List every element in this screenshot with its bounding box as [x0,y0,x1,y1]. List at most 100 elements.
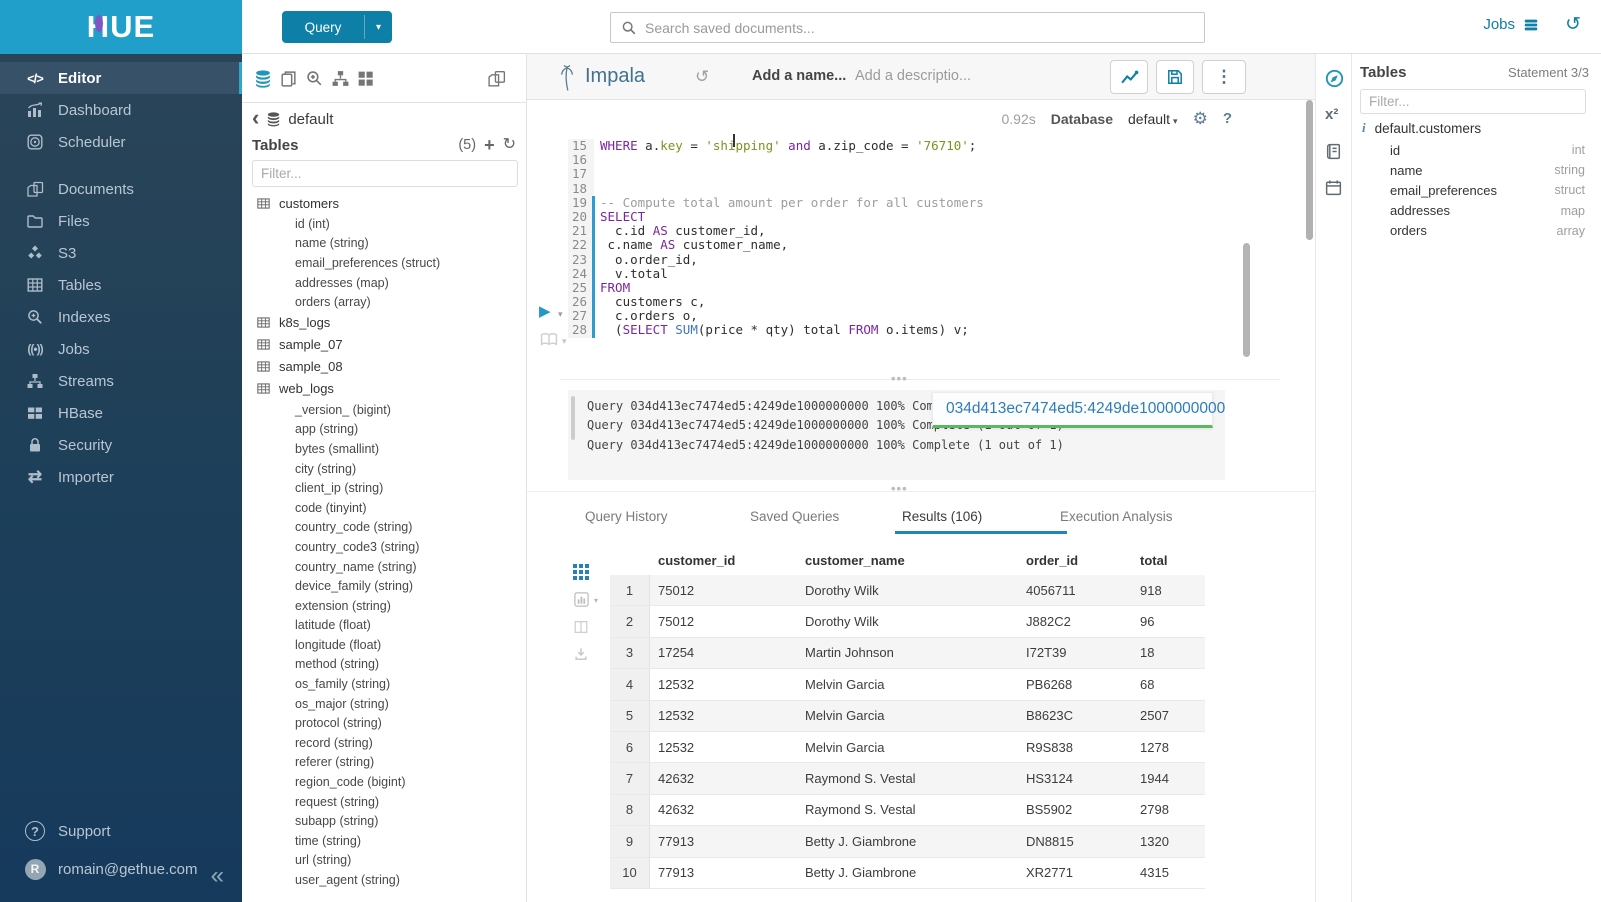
settings-gear-icon[interactable]: ⚙ [1193,110,1208,127]
column-item[interactable]: subapp (string) [242,811,526,831]
database-breadcrumb[interactable]: ‹ default [252,110,333,129]
column-item[interactable]: protocol (string) [242,713,526,733]
editor-scrollbar[interactable] [1243,243,1250,357]
column-item[interactable]: client_ip (string) [242,478,526,498]
table-item-web_logs[interactable]: web_logs [242,378,526,400]
sidebar-item-editor[interactable]: </>Editor [0,62,242,94]
right-column-email_preferences[interactable]: email_preferencesstruct [1352,180,1601,200]
code-line-15[interactable]: 15WHERE a.key = 'shipping' and a.zip_cod… [568,139,1232,153]
query-name-field[interactable]: Add a name... [752,68,846,84]
column-item[interactable]: os_major (string) [242,694,526,714]
presentation-mode-icon[interactable] [539,331,559,348]
table-item-k8s_logs[interactable]: k8s_logs [242,312,526,334]
resize-handle-top[interactable]: ••• [891,372,908,385]
presentation-options-caret[interactable]: ▾ [562,336,567,347]
column-item[interactable]: country_code3 (string) [242,537,526,557]
column-item[interactable]: email_preferences (struct) [242,253,526,273]
column-item[interactable]: orders (array) [242,292,526,312]
result-row-1[interactable]: 175012Dorothy Wilk4056711918 [610,575,1205,606]
code-line-23[interactable]: 23 o.order_id, [568,253,1232,267]
result-row-5[interactable]: 512532Melvin GarciaB8623C2507 [610,701,1205,732]
hue-logo[interactable]: HUE [0,0,242,54]
column-item[interactable]: country_name (string) [242,557,526,577]
code-line-16[interactable]: 16 [568,153,1232,167]
sidebar-item-scheduler[interactable]: Scheduler [0,126,242,158]
tab-results-106-[interactable]: Results (106) [902,509,982,524]
column-item[interactable]: id (int) [242,214,526,234]
sql-code-editor[interactable]: 15WHERE a.key = 'shipping' and a.zip_cod… [568,139,1232,338]
log-scrollbar[interactable] [571,396,575,440]
column-item[interactable]: user_agent (string) [242,870,526,890]
code-line-25[interactable]: 25FROM [568,281,1232,295]
tables-filter-input[interactable] [252,160,518,187]
tab-execution-analysis[interactable]: Execution Analysis [1060,509,1173,524]
code-line-22[interactable]: 22 c.name AS customer_name, [568,238,1232,252]
download-icon[interactable] [573,646,607,662]
sidebar-item-importer[interactable]: ⇄Importer [0,461,242,493]
column-item[interactable]: device_family (string) [242,576,526,596]
column-item[interactable]: _version_ (bigint) [242,400,526,420]
column-header-customer_name[interactable]: customer_name [797,553,1018,568]
result-row-9[interactable]: 977913Betty J. GiambroneDN88151320 [610,826,1205,857]
code-line-18[interactable]: 18 [568,182,1232,196]
column-header-customer_id[interactable]: customer_id [650,553,797,568]
database-select[interactable]: default▾ [1128,111,1178,127]
tab-saved-queries[interactable]: Saved Queries [750,509,839,524]
functions-icon[interactable]: x² [1325,106,1338,123]
result-row-4[interactable]: 412532Melvin GarciaPB626868 [610,669,1205,700]
sidebar-item-support[interactable]: ? Support [0,812,242,850]
column-item[interactable]: url (string) [242,851,526,871]
add-table-icon[interactable]: + [484,136,495,154]
column-item[interactable]: os_family (string) [242,674,526,694]
right-column-orders[interactable]: ordersarray [1352,221,1601,241]
grid-view-icon[interactable] [573,564,607,580]
main-scrollbar[interactable] [1306,100,1313,240]
sidebar-item-files[interactable]: Files [0,205,242,237]
resize-handle-bottom[interactable]: ••• [891,482,908,495]
sidebar-item-user[interactable]: R romain@gethue.com [0,850,242,888]
right-filter-input[interactable] [1360,89,1586,114]
zoom-search-icon[interactable] [305,69,324,88]
sidebar-item-hbase[interactable]: HBase [0,397,242,429]
execute-query-button[interactable]: ▶ [539,304,551,319]
code-line-28[interactable]: 28 (SELECT SUM(price * qty) total FROM o… [568,323,1232,337]
documents-copy-icon[interactable] [279,69,298,88]
column-item[interactable]: record (string) [242,733,526,753]
save-query-button[interactable] [1156,60,1194,94]
chevron-left-icon[interactable]: ‹ [252,107,259,129]
column-header-order_id[interactable]: order_id [1018,553,1132,568]
code-line-20[interactable]: 20SELECT [568,210,1232,224]
result-row-2[interactable]: 275012Dorothy WilkJ882C296 [610,606,1205,637]
column-item[interactable]: method (string) [242,655,526,675]
column-item[interactable]: name (string) [242,234,526,254]
query-dropdown-caret[interactable]: ▾ [365,11,392,43]
column-item[interactable]: city (string) [242,459,526,479]
right-column-id[interactable]: idint [1352,140,1601,160]
result-row-7[interactable]: 742632Raymond S. VestalHS31241944 [610,763,1205,794]
query-description-field[interactable]: Add a descriptio... [855,68,971,84]
column-item[interactable]: code (tinyint) [242,498,526,518]
refresh-icon[interactable]: ↻ [503,137,516,153]
sidebar-item-streams[interactable]: Streams [0,365,242,397]
query-id-link[interactable]: 034d413ec7474ed5:4249de1000000000 [946,400,1225,418]
sidebar-collapse-button[interactable]: « [211,864,224,888]
result-row-6[interactable]: 612532Melvin GarciaR9S8381278 [610,732,1205,763]
column-item[interactable]: bytes (smallint) [242,439,526,459]
column-header-total[interactable]: total [1132,553,1205,568]
chart-view-icon[interactable]: ▾ [573,591,607,608]
language-reference-icon[interactable] [1324,142,1343,161]
column-item[interactable]: app (string) [242,420,526,440]
column-item[interactable]: longitude (float) [242,635,526,655]
column-item[interactable]: region_code (bigint) [242,772,526,792]
sidebar-item-dashboard[interactable]: Dashboard [0,94,242,126]
column-item[interactable]: referer (string) [242,753,526,773]
column-item[interactable]: latitude (float) [242,616,526,636]
sidebar-item-documents[interactable]: Documents [0,173,242,205]
code-line-19[interactable]: 19-- Compute total amount per order for … [568,196,1232,210]
editor-history-icon[interactable]: ↺ [695,67,709,87]
code-line-21[interactable]: 21 c.id AS customer_id, [568,224,1232,238]
sidebar-item-tables[interactable]: Tables [0,269,242,301]
assist-compass-icon[interactable] [1324,68,1345,89]
jobs-indicator[interactable]: Jobs [1483,16,1539,33]
code-line-27[interactable]: 27 c.orders o, [568,309,1232,323]
